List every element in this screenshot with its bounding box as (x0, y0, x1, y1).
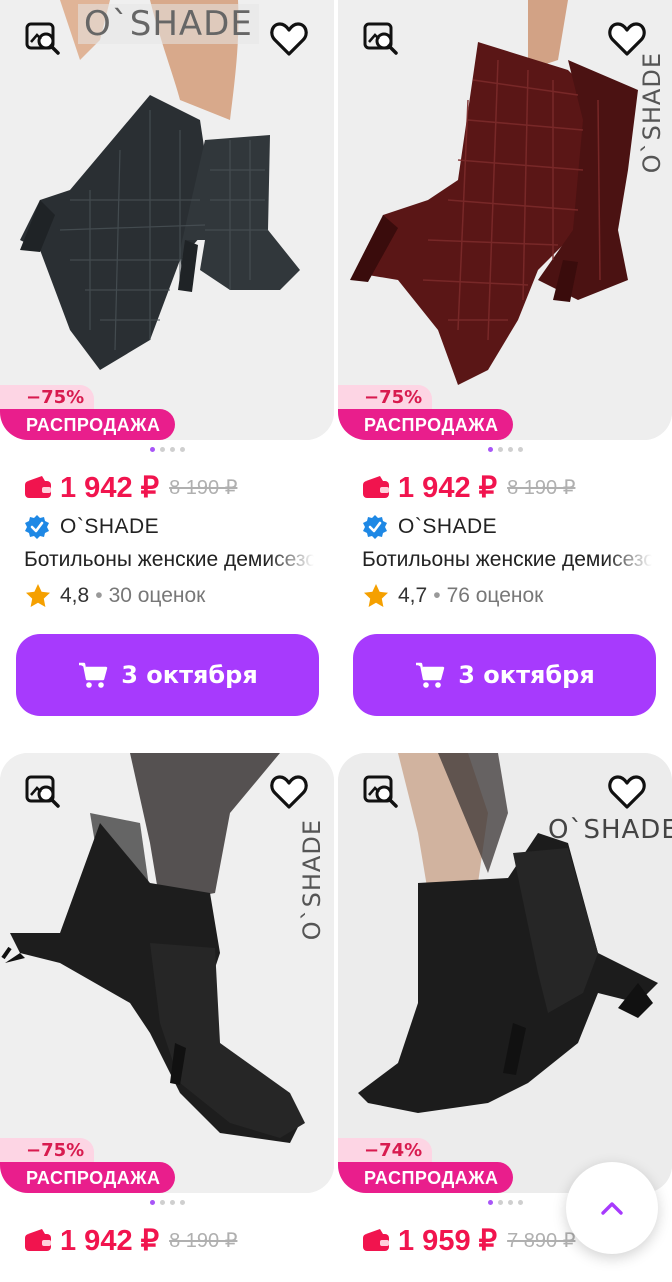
photo-pager (0, 1200, 334, 1206)
brand-name: O`SHADE (60, 515, 160, 538)
sale-badge: РАСПРОДАЖА (0, 1162, 175, 1193)
product-card[interactable]: O`SHADE −75% РАСПРОДАЖА 1 942 (0, 0, 334, 716)
pager-dot (179, 1200, 185, 1205)
wallet-icon (25, 476, 51, 498)
image-search-icon (363, 22, 398, 55)
brand-watermark: O`SHADE (548, 815, 672, 845)
boot-image (0, 753, 334, 1193)
heart-outline-icon (608, 775, 646, 809)
pager-dot (169, 447, 175, 452)
pager-dot (159, 1200, 165, 1205)
delivery-date: 3 октября (458, 661, 595, 689)
pager-dot (169, 1200, 175, 1205)
pager-dot (517, 1200, 523, 1205)
sale-badge: РАСПРОДАЖА (0, 409, 175, 440)
price-row: 1 942 ₽ 8 190 ₽ (24, 467, 334, 507)
wallet-icon (363, 476, 389, 498)
price-row: 1 942 ₽ 8 190 ₽ (362, 467, 672, 507)
favorite-button[interactable] (604, 769, 650, 815)
brand-watermark: O`SHADE (78, 4, 259, 44)
image-search-icon (363, 775, 398, 808)
rating-value: 4,8 (60, 584, 90, 607)
pager-dot (507, 1200, 513, 1205)
pager-dot (487, 1200, 493, 1205)
product-card[interactable]: O`SHADE −75% РАСПРОДАЖА 1 942 (338, 0, 672, 716)
reviews-count: 76 оценок (446, 584, 544, 607)
product-photo[interactable]: O`SHADE −74% РАСПРОДАЖА (338, 753, 672, 1193)
pager-dot (507, 447, 513, 452)
cart-icon (79, 662, 108, 688)
discount-badge: −75% (338, 385, 433, 410)
product-card[interactable]: O`SHADE −75% РАСПРОДАЖА 1 942 (0, 753, 334, 1260)
delivery-date: 3 октября (121, 661, 258, 689)
add-to-cart-button[interactable]: 3 октября (353, 634, 656, 716)
similar-search-button[interactable] (20, 769, 66, 815)
star-icon (364, 584, 388, 607)
price: 1 942 ₽ (398, 471, 498, 504)
discount-badge: −75% (0, 1138, 95, 1163)
reviews-count: 30 оценок (108, 584, 206, 607)
favorite-button[interactable] (266, 769, 312, 815)
verified-badge-icon (25, 515, 49, 539)
add-to-cart-button[interactable]: 3 октября (16, 634, 319, 716)
old-price: 8 190 ₽ (169, 1229, 238, 1252)
favorite-button[interactable] (266, 16, 312, 62)
pager-dot (487, 447, 493, 452)
brand-name: O`SHADE (398, 515, 498, 538)
product-photo[interactable]: O`SHADE −75% РАСПРОДАЖА (338, 0, 672, 440)
pager-dot (179, 447, 185, 452)
brand-row[interactable]: O`SHADE (24, 511, 334, 543)
brand-row[interactable]: O`SHADE (362, 511, 672, 543)
star-icon (26, 584, 50, 607)
heart-outline-icon (270, 22, 308, 56)
product-title[interactable]: Ботильоны женские демисезонные (24, 545, 314, 575)
favorite-button[interactable] (604, 16, 650, 62)
old-price: 8 190 ₽ (507, 476, 576, 499)
rating-value: 4,7 (398, 584, 428, 607)
photo-pager (338, 447, 672, 453)
rating-row: 4,7 • 76 оценок (362, 581, 672, 611)
heart-outline-icon (608, 22, 646, 56)
pager-dot (149, 1200, 155, 1205)
pager-dot (497, 447, 503, 452)
rating-separator: • (95, 584, 103, 607)
pager-dot (517, 447, 523, 452)
price: 1 942 ₽ (60, 471, 160, 504)
chevron-up-icon (601, 1202, 623, 1215)
product-photo[interactable]: O`SHADE −75% РАСПРОДАЖА (0, 0, 334, 440)
price-row: 1 942 ₽ 8 190 ₽ (24, 1220, 334, 1260)
price: 1 942 ₽ (60, 1224, 160, 1257)
pager-dot (497, 1200, 503, 1205)
old-price: 7 890 ₽ (507, 1229, 576, 1252)
verified-badge-icon (363, 515, 387, 539)
brand-watermark: O`SHADE (298, 819, 326, 941)
similar-search-button[interactable] (20, 16, 66, 62)
boot-image (0, 0, 334, 440)
similar-search-button[interactable] (358, 16, 404, 62)
product-photo[interactable]: O`SHADE −75% РАСПРОДАЖА (0, 753, 334, 1193)
price: 1 959 ₽ (398, 1224, 498, 1257)
product-title[interactable]: Ботильоны женские демисезонные (362, 545, 652, 575)
image-search-icon (25, 775, 60, 808)
rating-row: 4,8 • 30 оценок (24, 581, 334, 611)
similar-search-button[interactable] (358, 769, 404, 815)
wallet-icon (363, 1229, 389, 1251)
wallet-icon (25, 1229, 51, 1251)
pager-dot (149, 447, 155, 452)
brand-watermark: O`SHADE (638, 52, 666, 174)
old-price: 8 190 ₽ (169, 476, 238, 499)
boot-image (338, 0, 672, 440)
pager-dot (159, 447, 165, 452)
image-search-icon (25, 22, 60, 55)
cart-icon (416, 662, 445, 688)
sale-badge: РАСПРОДАЖА (338, 409, 513, 440)
discount-badge: −75% (0, 385, 95, 410)
discount-badge: −74% (338, 1138, 433, 1163)
rating-separator: • (433, 584, 441, 607)
heart-outline-icon (270, 775, 308, 809)
product-grid: O`SHADE −75% РАСПРОДАЖА 1 942 ₽ 8 190 ₽ … (0, 0, 672, 1282)
photo-pager (0, 447, 334, 453)
sale-badge: РАСПРОДАЖА (338, 1162, 513, 1193)
scroll-to-top-button[interactable] (566, 1162, 658, 1254)
